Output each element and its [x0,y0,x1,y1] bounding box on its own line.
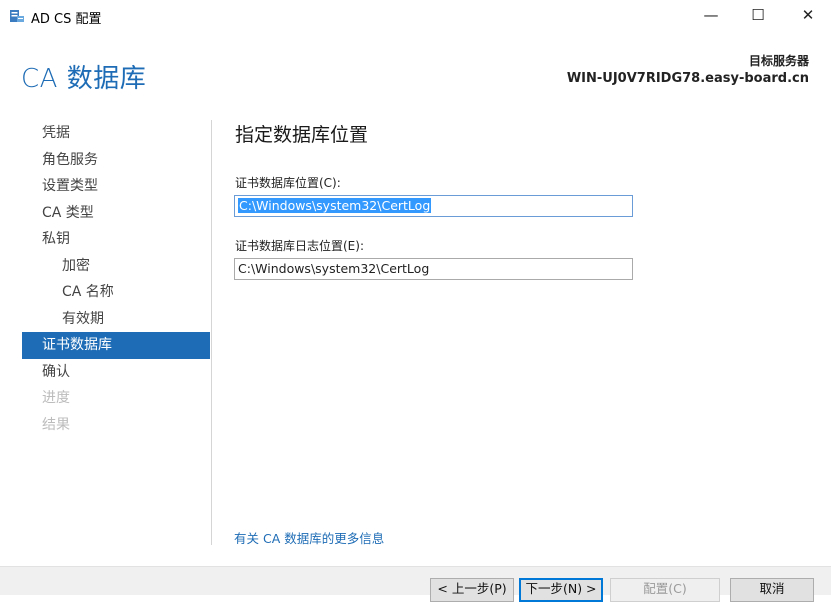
log-location-value: C:\Windows\system32\CertLog [238,261,430,276]
nav-item-results: 结果 [42,416,70,433]
nav-item-setup-type[interactable]: 设置类型 [22,173,210,200]
nav-item-confirmation[interactable]: 确认 [22,359,210,386]
database-location-input[interactable]: C:\Windows\system32\CertLog [234,195,633,217]
nav-item-progress: 进度 [42,390,70,406]
section-title: 指定数据库位置 [235,124,369,146]
nav-item-private-key[interactable]: 私钥 [22,226,210,253]
more-info-link[interactable]: 有关 CA 数据库的更多信息 [234,528,384,547]
database-location-label: 证书数据库位置(C): [235,176,341,190]
previous-button[interactable]: < 上一步(P) [430,578,514,602]
nav-item-ca-name[interactable]: CA 名称 [22,279,210,306]
log-location-input[interactable]: C:\Windows\system32\CertLog [234,258,633,280]
configure-button[interactable]: 配置(C) [610,578,720,602]
target-server-name: WIN-UJ0V7RIDG78.easy-board.cn [566,71,809,86]
maximize-icon: ☐ [751,6,765,24]
nav-divider [211,120,212,545]
nav-item-role-services[interactable]: 角色服务 [22,147,210,174]
close-button[interactable]: ✕ [785,0,831,32]
maximize-button[interactable]: ☐ [735,0,781,32]
close-icon: ✕ [801,6,815,24]
nav-item-credentials[interactable]: 凭据 [22,120,210,147]
next-button[interactable]: 下一步(N) > [519,578,603,602]
nav-item-ca-type[interactable]: CA 类型 [22,200,210,227]
log-location-label: 证书数据库日志位置(E): [235,239,364,253]
nav-item-cryptography[interactable]: 加密 [22,253,210,280]
window-title: AD CS 配置 [31,12,102,27]
wizard-nav: 凭据 角色服务 设置类型 CA 类型 私钥 加密 CA 名称 有效期 证书数据库… [22,120,210,438]
minimize-icon: — [703,6,719,24]
nav-item-certificate-database[interactable]: 证书数据库 [22,332,210,359]
server-config-icon [10,10,24,22]
database-location-value: C:\Windows\system32\CertLog [238,198,432,213]
nav-item-validity-period[interactable]: 有效期 [22,306,210,333]
target-server-label: 目标服务器 [748,54,809,68]
page-title: CA 数据库 [21,64,147,94]
title-bar: AD CS 配置 — ☐ ✕ [0,0,831,32]
minimize-button[interactable]: — [688,0,734,32]
cancel-button[interactable]: 取消 [730,578,814,602]
